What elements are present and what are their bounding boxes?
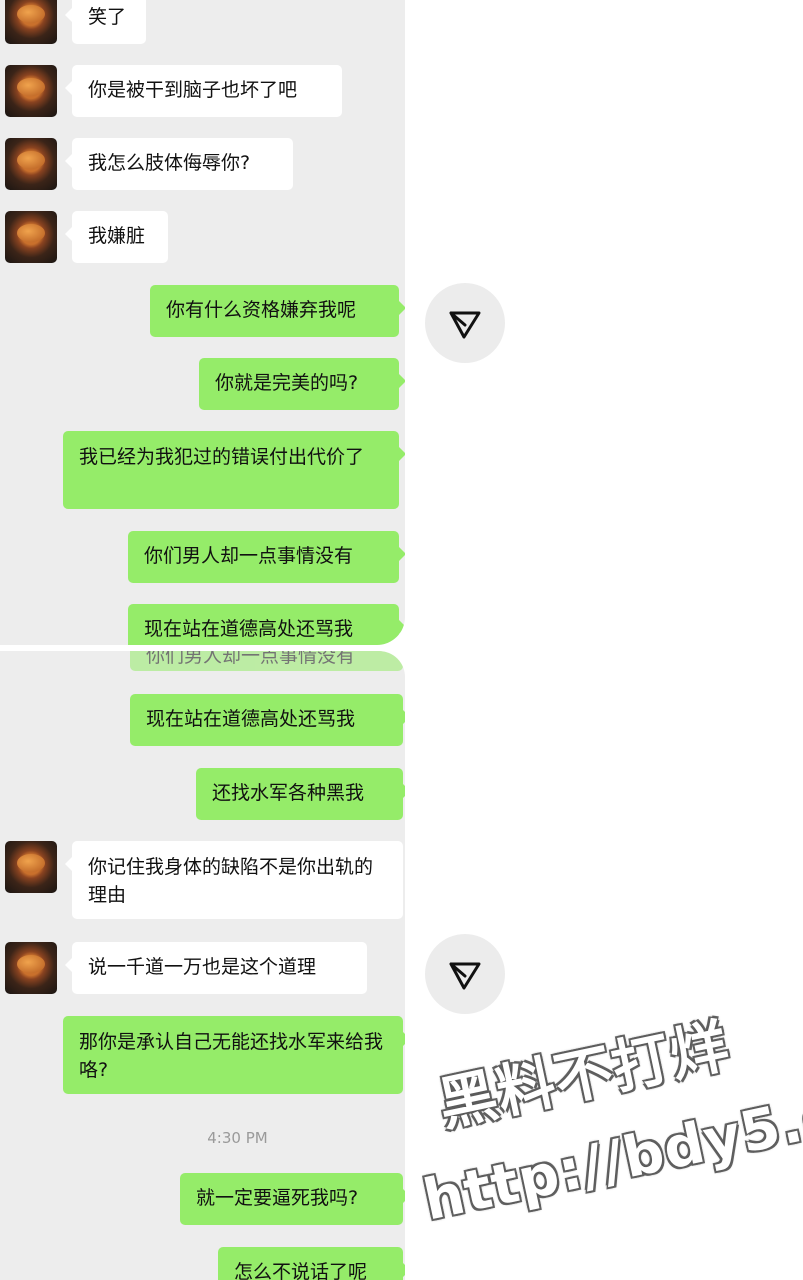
message-bubble-incoming[interactable]: 我嫌脏 [65,211,168,263]
message-bubble-outgoing[interactable]: 就一定要逼死我吗? [180,1173,405,1225]
chat-panel-bottom: 你们男人却一点事情没有 现在站在道德高处还骂我 还找水军各种黑我 你记住我身体的… [0,651,405,1280]
message-bubble-outgoing[interactable]: 你们男人却一点事情没有 [128,531,405,583]
message-bubble-outgoing[interactable]: 现在站在道德高处还骂我 [130,694,405,746]
message-bubble-outgoing[interactable]: 我已经为我犯过的错误付出代价了 [63,431,405,509]
chat-panel-top: 笑了 你是被干到脑子也坏了吧 我怎么肢体侮辱你? 我嫌脏 你有什么资格嫌弃我呢 … [0,0,405,645]
message-bubble-outgoing[interactable]: 你就是完美的吗? [199,358,405,410]
message-timestamp: 4:30 PM [207,1129,268,1147]
share-button[interactable] [425,934,505,1014]
message-bubble-outgoing[interactable]: 怎么不说话了呢 [218,1247,405,1280]
share-arrow-icon [449,311,481,339]
message-bubble-incoming[interactable]: 我怎么肢体侮辱你? [65,138,293,190]
message-bubble-incoming[interactable]: 你记住我身体的缺陷不是你出轨的理由 [65,841,403,919]
message-bubble-outgoing[interactable]: 还找水军各种黑我 [196,768,405,820]
message-bubble-outgoing[interactable]: 现在站在道德高处还骂我 [128,604,405,645]
share-arrow-icon [449,962,481,990]
message-bubble-outgoing[interactable]: 那你是承认自己无能还找水军来给我咯? [63,1016,405,1094]
contact-avatar[interactable] [5,0,57,44]
message-bubble-incoming[interactable]: 你是被干到脑子也坏了吧 [65,65,342,117]
contact-avatar[interactable] [5,841,57,893]
contact-avatar[interactable] [5,211,57,263]
share-button[interactable] [425,283,505,363]
message-bubble-incoming[interactable]: 说一千道一万也是这个道理 [65,942,367,994]
contact-avatar[interactable] [5,65,57,117]
message-bubble-incoming[interactable]: 笑了 [65,0,146,44]
contact-avatar[interactable] [5,942,57,994]
message-bubble-outgoing[interactable]: 你有什么资格嫌弃我呢 [150,285,405,337]
contact-avatar[interactable] [5,138,57,190]
message-bubble-outgoing-partial[interactable]: 你们男人却一点事情没有 [130,651,405,671]
